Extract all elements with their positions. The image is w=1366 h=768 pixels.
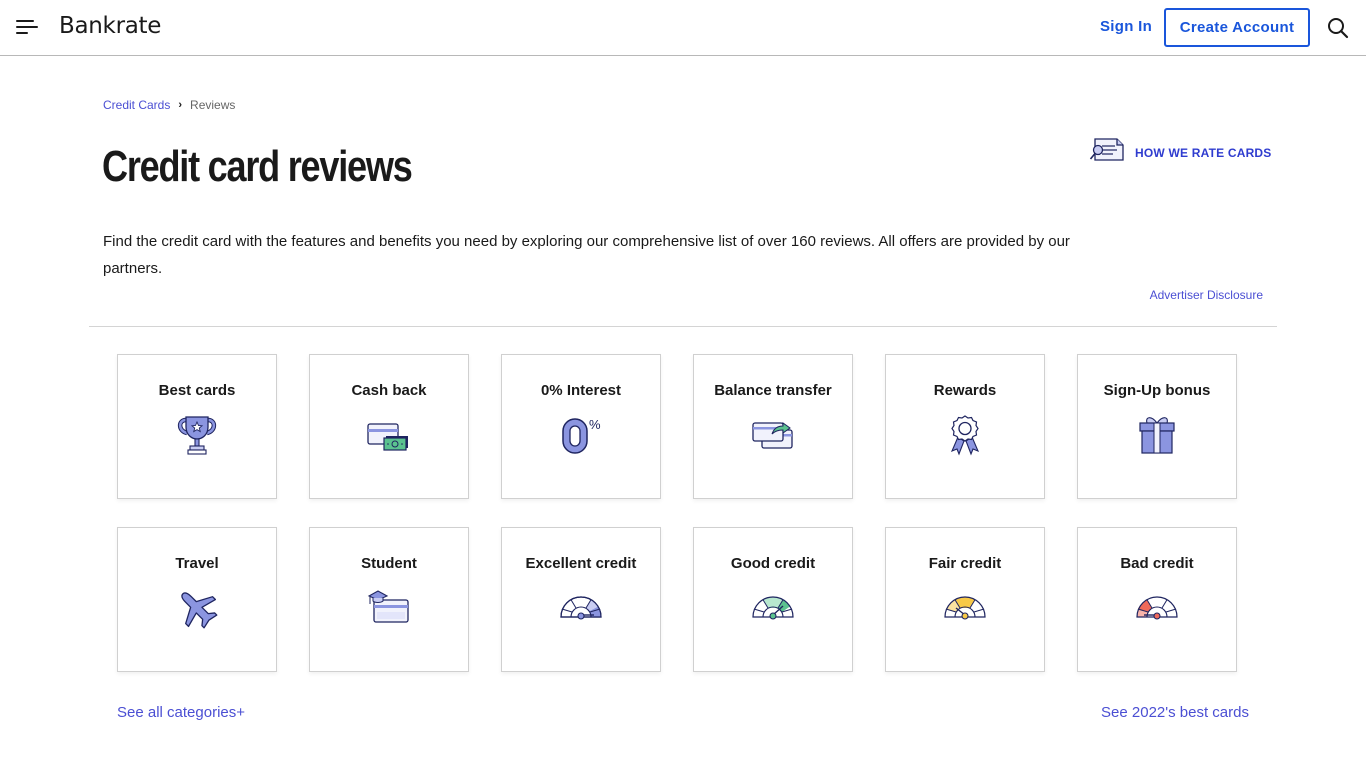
category-label: Excellent credit [525,555,637,572]
page-title: Credit card reviews [102,142,413,191]
gauge-good-icon [749,586,797,630]
category-label: Balance transfer [714,382,832,399]
hamburger-menu-icon[interactable] [16,18,40,36]
gift-icon [1133,413,1181,457]
breadcrumb-reviews: Reviews [190,98,236,112]
category-tile-best-cards[interactable]: Best cards [117,354,277,499]
category-label: Bad credit [1120,555,1194,572]
category-label: Travel [175,555,219,572]
bankrate-logo[interactable]: Bankrate [59,13,161,39]
category-tile-student[interactable]: Student [309,527,469,672]
divider [89,326,1277,327]
category-tile-rewards[interactable]: Rewards [885,354,1045,499]
category-label: 0% Interest [540,382,622,399]
see-best-cards-link[interactable]: See 2022's best cards [1101,704,1249,721]
category-label: Rewards [933,382,997,399]
card-transfer-icon [749,413,797,457]
airplane-icon [173,586,221,630]
svg-text:%: % [589,417,601,432]
category-tile-fair-credit[interactable]: Fair credit [885,527,1045,672]
category-tile-zero-interest[interactable]: 0% Interest % [501,354,661,499]
see-all-categories-link[interactable]: See all categories+ [117,704,245,721]
intro-text: Find the credit card with the features a… [103,233,1070,277]
gauge-bad-icon [1133,586,1181,630]
category-tile-bad-credit[interactable]: Bad credit [1077,527,1237,672]
how-we-rate-cards-link[interactable]: HOW WE RATE CARDS [1089,137,1272,168]
category-tile-balance-transfer[interactable]: Balance transfer [693,354,853,499]
create-account-button[interactable]: Create Account [1164,8,1310,47]
how-we-rate-cards-label: HOW WE RATE CARDS [1135,145,1272,160]
breadcrumb-credit-cards[interactable]: Credit Cards [103,98,170,112]
category-grid: Best cards Cash back 0% Interest % Balan… [117,354,1237,672]
breadcrumb-chevron-icon: › [178,99,183,111]
category-label: Sign-Up bonus [1103,382,1211,399]
zero-percent-icon: % [557,413,605,457]
graduation-card-icon [365,586,413,630]
top-navigation-bar: Bankrate Sign In Create Account [0,0,1366,56]
category-label: Good credit [730,555,816,572]
category-tile-good-credit[interactable]: Good credit [693,527,853,672]
advertiser-disclosure-link[interactable]: Advertiser Disclosure [1150,288,1263,302]
category-tile-excellent-credit[interactable]: Excellent credit [501,527,661,672]
category-label: Student [361,555,417,572]
category-label: Cash back [351,382,427,399]
gauge-fair-icon [941,586,989,630]
gauge-excellent-icon [557,586,605,630]
category-tile-sign-up-bonus[interactable]: Sign-Up bonus [1077,354,1237,499]
category-label: Best cards [158,382,236,399]
category-tile-travel[interactable]: Travel [117,527,277,672]
award-ribbon-icon [941,413,989,457]
sign-in-link[interactable]: Sign In [1100,18,1152,35]
category-label: Fair credit [928,555,1002,572]
document-magnifier-icon [1089,137,1125,168]
search-icon[interactable] [1326,16,1350,40]
trophy-icon [173,413,221,457]
category-tile-cash-back[interactable]: Cash back [309,354,469,499]
breadcrumb: Credit Cards › Reviews [103,98,235,112]
card-cash-icon [365,413,413,457]
